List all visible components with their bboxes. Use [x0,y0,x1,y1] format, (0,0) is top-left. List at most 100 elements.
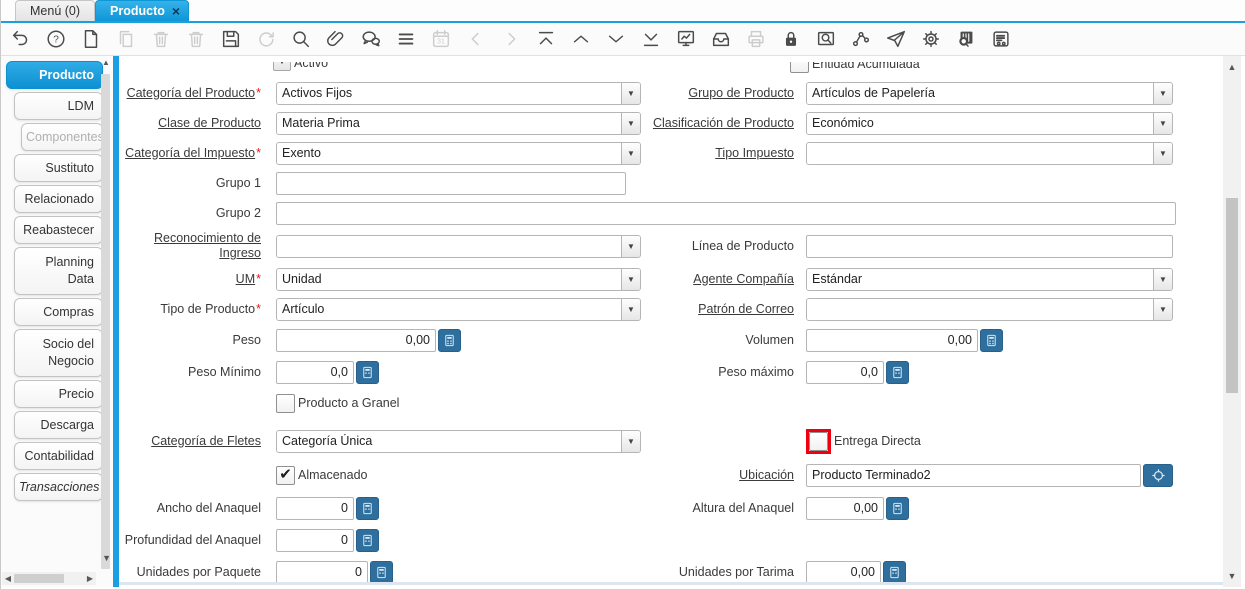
direct-ship-checkbox[interactable] [809,431,828,451]
tax-category-value[interactable] [277,142,621,164]
report-icon[interactable] [674,28,697,51]
units-per-pack-input[interactable] [276,560,368,584]
calculator-button[interactable] [438,328,461,352]
chevron-down-icon[interactable]: ▼ [621,268,640,290]
chat-icon[interactable] [359,28,382,51]
mail-pattern-value[interactable] [807,298,1153,320]
product-type-value[interactable] [277,298,621,320]
locator-button[interactable] [1143,463,1173,487]
tab-menu[interactable]: Menú (0) [15,0,96,21]
entidad-acumulada-checkbox[interactable] [790,62,809,73]
undo-icon[interactable] [9,28,32,51]
calculator-button[interactable] [886,496,909,520]
vertical-scrollbar[interactable]: ▲ ▼ [1223,56,1241,587]
parent-record-icon[interactable] [569,28,592,51]
weight-min-input[interactable] [276,360,354,384]
sidebar-item-socio-del-negocio[interactable]: Socio del Negocio [14,328,103,377]
chevron-down-icon[interactable]: ▼ [621,112,640,134]
product-group-combo[interactable]: ▼ [806,81,1173,105]
archive-icon[interactable] [709,28,732,51]
stocked-checkbox[interactable] [276,465,295,485]
shelf-height-input[interactable] [806,496,884,520]
first-record-icon[interactable] [534,28,557,51]
sidebar-vertical-scrollbar[interactable]: ▲ [100,58,112,569]
quick-form-icon[interactable] [989,28,1012,51]
sidebar-item-descarga[interactable]: Descarga [14,410,103,439]
workflow-icon[interactable] [849,28,872,51]
calculator-button[interactable] [356,496,379,520]
revenue-recognition-value[interactable] [277,235,621,257]
bulk-product-checkbox[interactable] [276,393,295,413]
scroll-up-icon[interactable]: ▲ [100,58,112,70]
detail-record-icon[interactable] [604,28,627,51]
mail-pattern-combo[interactable]: ▼ [806,297,1173,321]
weight-input[interactable] [276,328,436,352]
chevron-down-icon[interactable]: ▼ [621,142,640,164]
product-classification-value[interactable] [807,112,1153,134]
chevron-down-icon[interactable]: ▼ [1153,82,1172,104]
calculator-button[interactable] [356,528,379,552]
sidebar-item-planning-data[interactable]: Planning Data [14,247,103,295]
scroll-down-icon[interactable]: ▼ [1223,571,1241,581]
sidebar-item-transacciones[interactable]: Transacciones [14,472,103,501]
uom-combo[interactable]: ▼ [276,267,641,291]
sidebar-item-ldm[interactable]: LDM [14,92,103,120]
last-record-icon[interactable] [639,28,662,51]
volume-input[interactable] [806,328,978,352]
calculator-button[interactable] [356,360,379,384]
revenue-recognition-combo[interactable]: ▼ [276,234,641,258]
product-class-value[interactable] [277,112,621,134]
zoom-window-icon[interactable] [814,28,837,51]
product-attribute-icon[interactable] [954,28,977,51]
find-icon[interactable] [289,28,312,51]
lock-icon[interactable] [779,28,802,51]
tax-type-combo[interactable]: ▼ [806,141,1173,165]
product-category-value[interactable] [277,82,621,104]
product-line-input[interactable] [806,234,1173,258]
sidebar-horizontal-scrollbar[interactable]: ◀ ▶ [2,572,96,585]
freight-category-value[interactable] [277,430,621,452]
product-classification-combo[interactable]: ▼ [806,111,1173,135]
calculator-button[interactable] [370,560,393,584]
calculator-button[interactable] [980,328,1003,352]
freight-category-combo[interactable]: ▼ [276,429,641,453]
shelf-width-input[interactable] [276,496,354,520]
tax-type-value[interactable] [807,142,1153,164]
chevron-down-icon[interactable]: ▼ [621,298,640,320]
group2-input[interactable] [276,201,1176,225]
units-per-pallet-input[interactable] [806,560,881,584]
product-group-value[interactable] [807,82,1153,104]
chevron-down-icon[interactable]: ▼ [621,82,640,104]
product-class-combo[interactable]: ▼ [276,111,641,135]
help-icon[interactable]: ? [44,28,67,51]
group1-input[interactable] [276,171,626,195]
scroll-right-icon[interactable]: ▶ [84,574,96,583]
attachment-icon[interactable] [324,28,347,51]
product-type-combo[interactable]: ▼ [276,297,641,321]
tab-overflow-icon[interactable]: ▼ [102,553,111,563]
calculator-button[interactable] [886,360,909,384]
chevron-down-icon[interactable]: ▼ [621,235,640,257]
scrollbar-thumb[interactable] [1226,198,1238,393]
scroll-up-icon[interactable]: ▲ [1223,62,1241,72]
sidebar-item-precio[interactable]: Precio [14,379,103,408]
chevron-down-icon[interactable]: ▼ [1153,298,1172,320]
sidebar-item-contabilidad[interactable]: Contabilidad [14,441,103,470]
company-agent-value[interactable] [807,268,1153,290]
save-icon[interactable] [219,28,242,51]
sidebar-hscrollbar-thumb[interactable] [14,574,64,583]
close-tab-icon[interactable]: × [172,4,180,18]
locator-input[interactable] [806,463,1141,487]
chevron-down-icon[interactable]: ▼ [1153,142,1172,164]
calculator-button[interactable] [883,560,906,584]
chevron-down-icon[interactable]: ▼ [621,430,640,452]
sidebar-scrollbar-thumb[interactable] [101,74,110,569]
uom-value[interactable] [277,268,621,290]
product-category-combo[interactable]: ▼ [276,81,641,105]
sidebar-item-sustituto[interactable]: Sustituto [14,154,103,182]
send-mail-icon[interactable] [884,28,907,51]
tax-category-combo[interactable]: ▼ [276,141,641,165]
activo-checkbox[interactable]: ▼ [273,62,291,71]
sidebar-item-producto[interactable]: Producto [6,61,103,89]
sidebar-item-compras[interactable]: Compras [14,297,103,326]
